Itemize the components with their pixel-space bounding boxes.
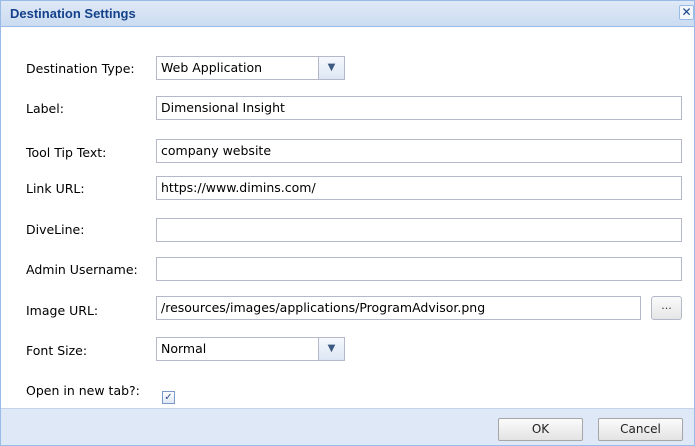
cancel-button[interactable]: Cancel bbox=[598, 418, 683, 441]
link-url-input[interactable]: https://www.dimins.com/ bbox=[156, 176, 682, 200]
dialog-title: Destination Settings bbox=[10, 6, 136, 21]
font-size-value: Normal bbox=[161, 341, 207, 356]
tooltip-input[interactable]: company website bbox=[156, 139, 682, 163]
admin-username-label: Admin Username: bbox=[26, 262, 138, 277]
admin-username-input[interactable] bbox=[156, 257, 682, 281]
image-url-label: Image URL: bbox=[26, 303, 99, 318]
font-size-label: Font Size: bbox=[26, 343, 88, 358]
open-new-tab-checkbox[interactable]: ✓ bbox=[162, 391, 175, 404]
diveline-input[interactable] bbox=[156, 218, 682, 242]
open-new-tab-label: Open in new tab?: bbox=[26, 383, 140, 398]
label-field-label: Label: bbox=[26, 101, 64, 116]
dialog-titlebar[interactable]: Destination Settings ✕ bbox=[1, 1, 694, 27]
chevron-down-icon[interactable]: ▼ bbox=[318, 57, 344, 79]
link-url-label: Link URL: bbox=[26, 181, 85, 196]
label-input[interactable]: Dimensional Insight bbox=[156, 96, 682, 120]
font-size-select[interactable]: Normal ▼ bbox=[156, 337, 345, 361]
diveline-label: DiveLine: bbox=[26, 222, 85, 237]
destination-type-select[interactable]: Web Application ▼ bbox=[156, 56, 345, 80]
image-url-input[interactable]: /resources/images/applications/ProgramAd… bbox=[156, 296, 641, 320]
ok-button[interactable]: OK bbox=[498, 418, 583, 441]
browse-button[interactable]: ... bbox=[651, 296, 682, 320]
tooltip-label: Tool Tip Text: bbox=[26, 145, 107, 160]
destination-type-label: Destination Type: bbox=[26, 61, 135, 76]
destination-type-value: Web Application bbox=[161, 60, 263, 75]
close-icon[interactable]: ✕ bbox=[679, 5, 694, 20]
destination-settings-dialog: Destination Settings ✕ Destination Type:… bbox=[0, 0, 695, 446]
dialog-footer: OK Cancel bbox=[1, 408, 694, 445]
chevron-down-icon[interactable]: ▼ bbox=[318, 338, 344, 360]
dialog-body: Destination Type: Web Application ▼ Labe… bbox=[1, 28, 694, 408]
